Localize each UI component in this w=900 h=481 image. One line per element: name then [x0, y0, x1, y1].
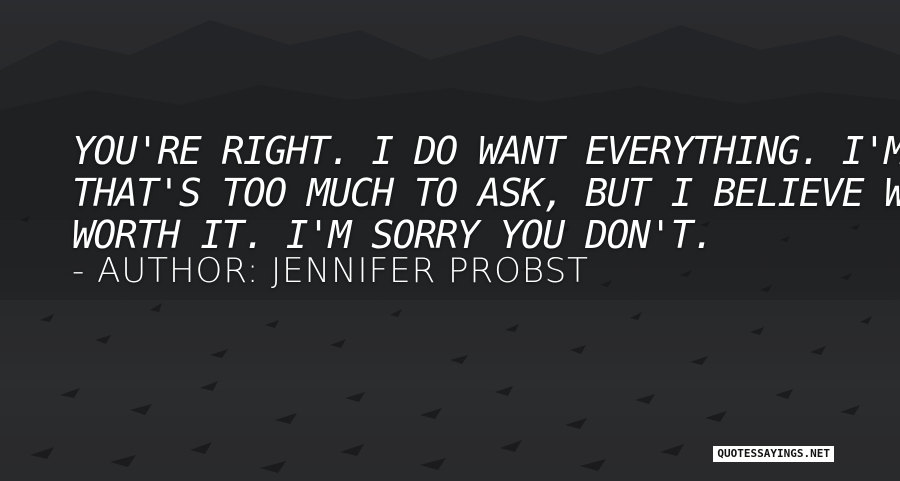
quote-line: YOU'RE RIGHT. I DO WANT EVERYTHING. I'M …	[72, 129, 900, 173]
quote-line: THAT'S TOO MUCH TO ASK, BUT I BELIEVE WE…	[72, 171, 900, 215]
author-attribution: - AUTHOR: JENNIFER PROBST	[72, 251, 589, 291]
quote-text: YOU'RE RIGHT. I DO WANT EVERYTHING. I'M …	[72, 129, 900, 257]
quote-image: YOU'RE RIGHT. I DO WANT EVERYTHING. I'M …	[0, 0, 900, 481]
watermark-logo: QUOTESSAYINGS.NET	[713, 446, 834, 462]
quote-line: WORTH IT. I'M SORRY YOU DON'T.	[72, 213, 715, 257]
